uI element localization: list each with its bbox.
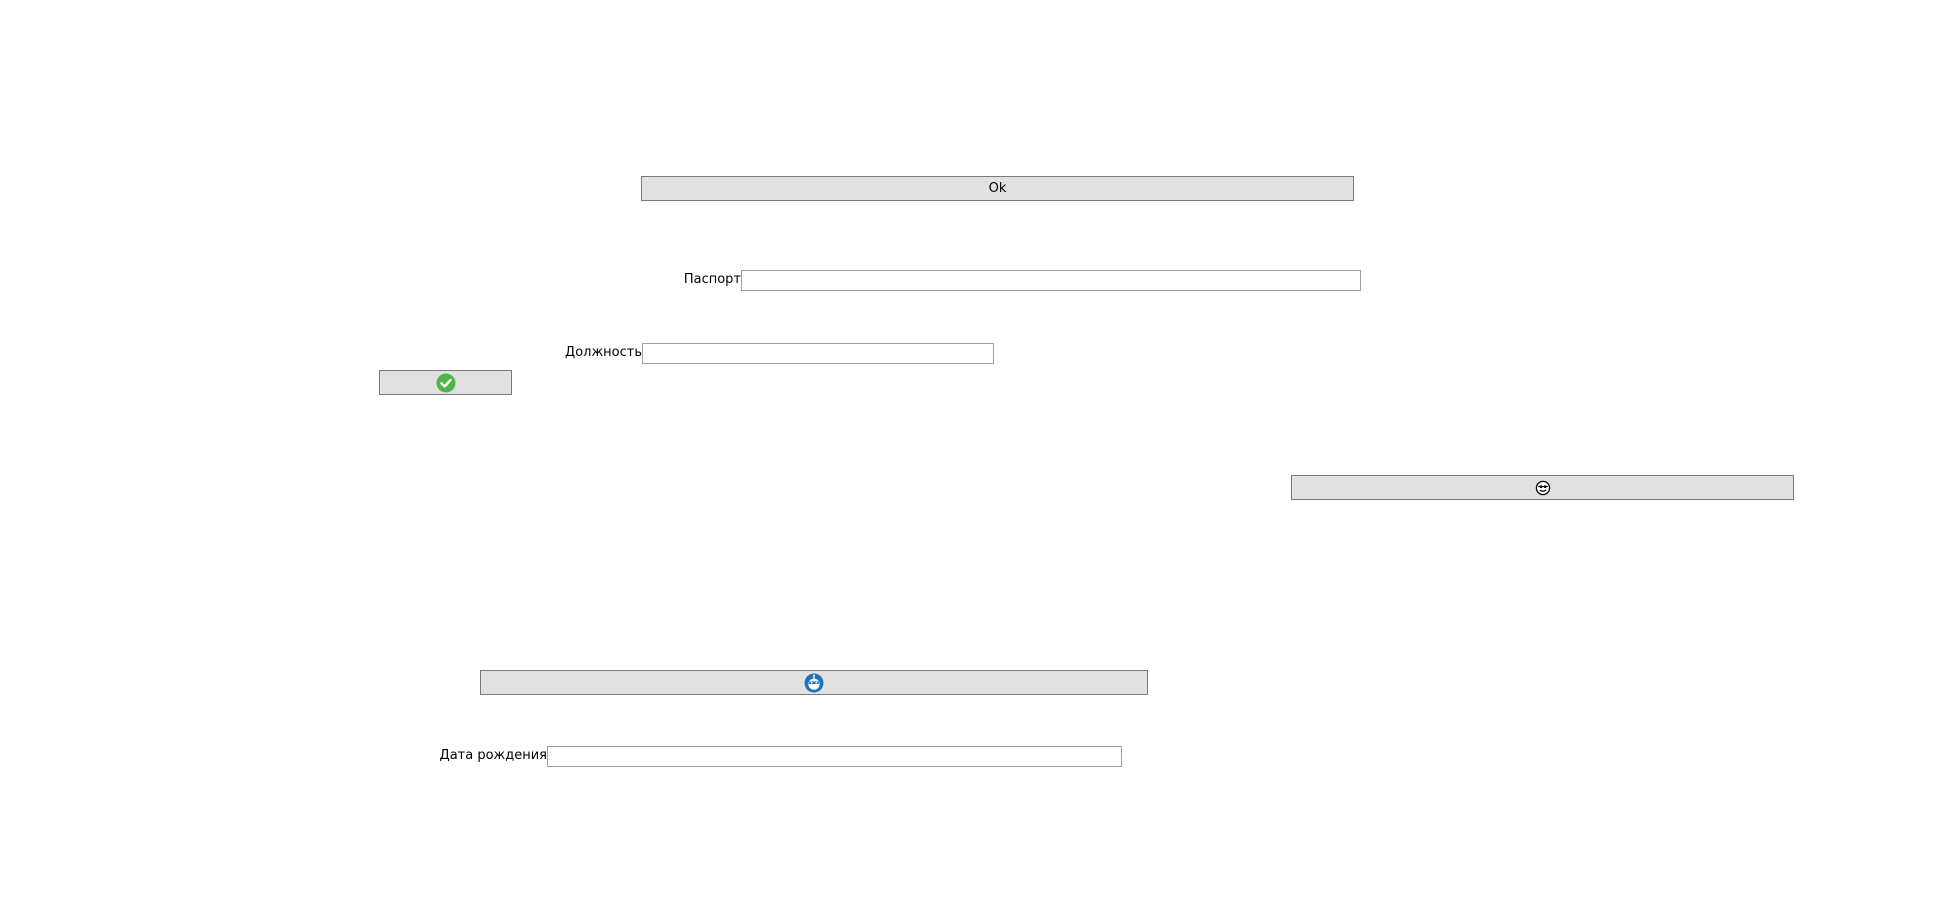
face-button[interactable] [1291, 475, 1794, 500]
position-label: Должность [565, 345, 642, 360]
face-icon [1535, 480, 1551, 496]
ok-button[interactable]: Ok [641, 176, 1354, 201]
birth-date-input[interactable] [547, 746, 1122, 767]
check-circle-icon [436, 373, 456, 393]
passport-label: Паспорт [683, 272, 741, 287]
position-input[interactable] [642, 343, 994, 364]
confirm-button[interactable] [379, 370, 512, 395]
form-canvas: Ok Паспорт Должность Дата рождения [0, 0, 1944, 918]
passport-input[interactable] [741, 270, 1361, 291]
robot-icon [804, 673, 824, 693]
birth-date-label: Дата рождения [439, 748, 547, 763]
ok-button-label: Ok [988, 181, 1007, 196]
robot-button[interactable] [480, 670, 1148, 695]
